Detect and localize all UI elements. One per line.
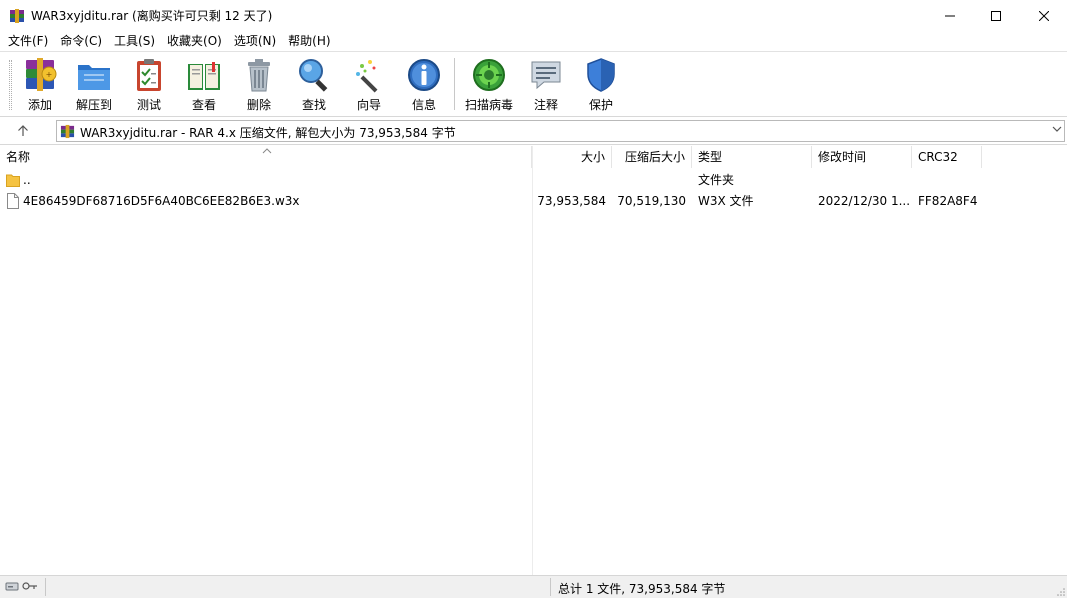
delete-button[interactable]: 删除 xyxy=(231,56,287,114)
virus-scan-button[interactable]: 扫描病毒 xyxy=(461,56,517,114)
menu-file[interactable]: 文件(F) xyxy=(2,31,54,51)
file-icon xyxy=(7,193,19,216)
comment-icon xyxy=(531,61,561,90)
trash-icon xyxy=(248,59,270,92)
menu-tools[interactable]: 工具(S) xyxy=(108,31,161,51)
magnifier-icon xyxy=(299,59,328,92)
column-modified-label: 修改时间 xyxy=(818,150,867,164)
magic-wand-icon xyxy=(356,60,378,93)
shield-icon xyxy=(587,58,615,92)
column-header-packed[interactable]: 压缩后大小 xyxy=(612,146,692,168)
info-icon xyxy=(408,59,440,91)
file-type: W3X 文件 xyxy=(698,194,754,208)
arrow-up-icon xyxy=(18,125,28,136)
table-row[interactable]: 4E86459DF68716D5F6A40BC6EE82B6E3.w3x 73,… xyxy=(0,191,1067,212)
address-text: WAR3xyjditu.rar - RAR 4.x 压缩文件, 解包大小为 73… xyxy=(80,126,456,140)
close-icon xyxy=(1039,10,1049,21)
column-header-modified[interactable]: 修改时间 xyxy=(812,146,912,168)
view-book-icon xyxy=(188,62,220,90)
file-size: 73,953,584 xyxy=(537,194,606,208)
column-header-crc[interactable]: CRC32 xyxy=(912,146,982,168)
address-bar[interactable]: WAR3xyjditu.rar - RAR 4.x 压缩文件, 解包大小为 73… xyxy=(56,120,1065,142)
status-summary: 总计 1 文件, 73,953,584 字节 xyxy=(558,582,726,596)
file-list-header: 名称 大小 压缩后大小 类型 修改时间 CRC32 xyxy=(0,146,1067,168)
column-type-label: 类型 xyxy=(698,150,723,164)
file-name: 4E86459DF68716D5F6A40BC6EE82B6E3.w3x xyxy=(23,194,300,208)
file-name: .. xyxy=(23,173,31,187)
comment-button[interactable]: 注释 xyxy=(518,56,574,114)
winrar-icon xyxy=(10,9,24,23)
up-folder-button[interactable] xyxy=(14,122,32,140)
title-bar: WAR3xyjditu.rar (离购买许可只剩 12 天了) xyxy=(0,0,1067,31)
add-label: 添加 xyxy=(27,98,52,112)
address-row: WAR3xyjditu.rar - RAR 4.x 压缩文件, 解包大小为 73… xyxy=(0,117,1067,145)
virus-scan-icon xyxy=(473,59,505,91)
status-divider xyxy=(550,578,551,596)
wizard-label: 向导 xyxy=(356,98,381,112)
maximize-icon xyxy=(991,10,1001,21)
view-label: 查看 xyxy=(191,98,216,112)
drive-icon[interactable] xyxy=(5,580,19,592)
add-archive-icon: + xyxy=(26,58,57,91)
info-label: 信息 xyxy=(411,98,436,112)
comment-label: 注释 xyxy=(533,98,558,112)
key-icon[interactable] xyxy=(22,580,38,592)
status-icons xyxy=(5,580,38,592)
column-packed-label: 压缩后大小 xyxy=(624,150,685,164)
toolbar: + 添加 解压到 测试 查看 删除 查找 向导 信息 扫描病毒 注释 保护 xyxy=(0,51,1067,117)
find-button[interactable]: 查找 xyxy=(286,56,342,114)
extract-folder-icon xyxy=(78,65,110,90)
menu-commands[interactable]: 命令(C) xyxy=(54,31,108,51)
menu-options[interactable]: 选项(N) xyxy=(228,31,282,51)
window-title: WAR3xyjditu.rar (离购买许可只剩 12 天了) xyxy=(31,9,273,23)
column-header-type[interactable]: 类型 xyxy=(692,146,812,168)
column-header-name[interactable]: 名称 xyxy=(0,146,532,168)
chevron-down-icon[interactable] xyxy=(1052,124,1062,137)
extract-to-button[interactable]: 解压到 xyxy=(66,56,122,114)
find-label: 查找 xyxy=(301,98,326,112)
minimize-icon xyxy=(945,15,955,16)
status-divider xyxy=(45,578,46,596)
info-button[interactable]: 信息 xyxy=(396,56,452,114)
table-row[interactable]: .. 文件夹 xyxy=(0,170,1067,191)
rar-archive-icon xyxy=(60,124,75,139)
file-packed-size: 70,519,130 xyxy=(617,194,686,208)
resize-grip-icon[interactable] xyxy=(1056,587,1066,597)
column-name-label: 名称 xyxy=(6,150,31,164)
test-label: 测试 xyxy=(136,98,161,112)
test-button[interactable]: 测试 xyxy=(121,56,177,114)
test-clipboard-icon xyxy=(137,59,161,91)
protect-button[interactable]: 保护 xyxy=(573,56,629,114)
wizard-button[interactable]: 向导 xyxy=(341,56,397,114)
menu-bar: 文件(F) 命令(C) 工具(S) 收藏夹(O) 选项(N) 帮助(H) xyxy=(0,31,1067,51)
column-crc-label: CRC32 xyxy=(918,150,958,164)
maximize-button[interactable] xyxy=(973,0,1019,31)
menu-favorites[interactable]: 收藏夹(O) xyxy=(161,31,228,51)
file-type: 文件夹 xyxy=(698,173,735,187)
file-crc: FF82A8F4 xyxy=(918,194,978,208)
toolbar-separator xyxy=(454,58,455,110)
close-button[interactable] xyxy=(1021,0,1067,31)
status-bar: 总计 1 文件, 73,953,584 字节 xyxy=(0,575,1067,598)
delete-label: 删除 xyxy=(246,98,271,112)
file-modified: 2022/12/30 1... xyxy=(818,194,911,208)
virus-scan-label: 扫描病毒 xyxy=(464,98,513,112)
extract-to-label: 解压到 xyxy=(75,98,112,112)
column-size-label: 大小 xyxy=(580,150,605,164)
protect-label: 保护 xyxy=(588,98,613,112)
view-button[interactable]: 查看 xyxy=(176,56,232,114)
sort-ascending-icon xyxy=(262,141,272,163)
minimize-button[interactable] xyxy=(927,0,973,31)
column-header-size[interactable]: 大小 xyxy=(532,146,612,168)
svg-text:+: + xyxy=(46,70,53,79)
menu-help[interactable]: 帮助(H) xyxy=(282,31,336,51)
add-button[interactable]: + 添加 xyxy=(12,56,68,114)
